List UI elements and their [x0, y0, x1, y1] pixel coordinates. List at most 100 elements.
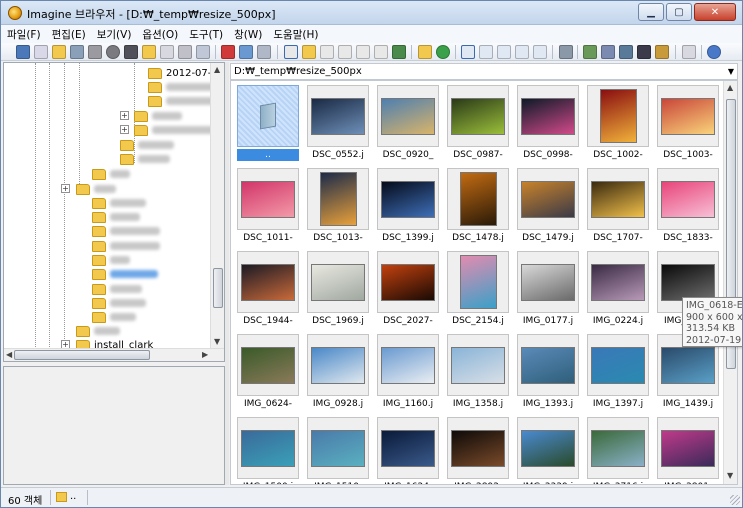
slideshow-icon[interactable]: [34, 45, 48, 59]
layout-table-icon[interactable]: [533, 45, 547, 59]
chevron-down-icon[interactable]: ▼: [728, 67, 734, 76]
thumbnail-item[interactable]: DSC_1002-: [587, 85, 649, 161]
print-icon[interactable]: [88, 45, 102, 59]
thumbnail-item[interactable]: DSC_0552.j: [307, 85, 369, 161]
menu-help[interactable]: 도움말(H): [273, 27, 318, 42]
paste-icon[interactable]: [257, 45, 271, 59]
edit-icon[interactable]: [655, 45, 669, 59]
menu-options[interactable]: 옵션(O): [142, 27, 178, 42]
thumbnail-item[interactable]: IMG_0928.j: [307, 334, 369, 410]
tree-item[interactable]: [148, 94, 218, 108]
copy-icon[interactable]: [239, 45, 253, 59]
thumbnail-grid[interactable]: .. DSC_0552.j DSC_0920_ DSC_0987- DSC_0998- D…: [230, 80, 738, 485]
settings-icon[interactable]: [682, 45, 696, 59]
tree-item[interactable]: [92, 224, 160, 238]
tree-item[interactable]: [76, 324, 120, 338]
thumbnail-item[interactable]: DSC_1003-: [657, 85, 719, 161]
view-list-icon[interactable]: [356, 45, 370, 59]
tree-item[interactable]: [76, 182, 116, 196]
thumbnail-item[interactable]: DSC_1399.j: [377, 168, 439, 244]
layout-list-icon[interactable]: [497, 45, 511, 59]
tree-hscroll-thumb[interactable]: [14, 350, 150, 360]
tree-expander[interactable]: +: [61, 184, 70, 193]
help-icon[interactable]: [707, 45, 721, 59]
tree-vertical-scrollbar[interactable]: ▲ ▼: [210, 63, 224, 349]
thumbnail-item[interactable]: IMG_1393.j: [517, 334, 579, 410]
thumbnail-item[interactable]: IMG_1500.j: [237, 417, 299, 484]
resize-grip-icon[interactable]: [730, 495, 740, 505]
layout-grid-icon[interactable]: [461, 45, 475, 59]
scroll-down-arrow-icon[interactable]: ▼: [214, 337, 220, 346]
tree-item[interactable]: [92, 210, 140, 224]
info-icon[interactable]: [106, 45, 120, 59]
thumbnail-item[interactable]: DSC_1013-: [307, 168, 369, 244]
camera-icon[interactable]: [124, 45, 138, 59]
thumbnail-item[interactable]: IMG_1160.j: [377, 334, 439, 410]
thumbnail-item[interactable]: IMG_1358.j: [447, 334, 509, 410]
refresh-icon[interactable]: [436, 45, 450, 59]
menu-edit[interactable]: 편집(E): [52, 27, 86, 42]
scroll-up-arrow-icon[interactable]: ▲: [727, 83, 733, 92]
layout-small-icon[interactable]: [479, 45, 493, 59]
tree-item[interactable]: [92, 253, 130, 267]
view-thumbnails-icon[interactable]: [284, 45, 298, 59]
scroll-right-arrow-icon[interactable]: ▶: [202, 350, 208, 359]
cut-icon[interactable]: [221, 45, 235, 59]
tree-item[interactable]: [92, 167, 130, 181]
parent-folder-item[interactable]: ..: [237, 85, 299, 161]
thumbnail-item[interactable]: DSC_2154.j: [447, 251, 509, 327]
tree-horizontal-scrollbar[interactable]: ◀ ▶: [4, 348, 224, 361]
open-folder-icon[interactable]: [52, 45, 66, 59]
pane-splitter[interactable]: [225, 62, 229, 485]
tree-item[interactable]: [92, 282, 142, 296]
tree-item[interactable]: [134, 123, 214, 137]
thumbnail-item[interactable]: IMG_0224.j: [587, 251, 649, 327]
thumbnail-item[interactable]: DSC_2027-: [377, 251, 439, 327]
menu-file[interactable]: 파일(F): [7, 27, 41, 42]
tree-item[interactable]: [120, 152, 170, 166]
title-bar[interactable]: Imagine 브라우저 - [D:₩_temp₩resize_500px] ▁…: [1, 1, 742, 25]
thumbnail-item[interactable]: IMG_3716.j: [587, 417, 649, 484]
tree-item[interactable]: [92, 239, 160, 253]
go-up-icon[interactable]: [418, 45, 432, 59]
view-image-icon[interactable]: [392, 45, 406, 59]
menu-window[interactable]: 창(W): [234, 27, 262, 42]
tree-expander[interactable]: +: [120, 111, 129, 120]
view-details-icon[interactable]: [338, 45, 352, 59]
tree-item[interactable]: [92, 196, 146, 210]
thumbnail-item[interactable]: DSC_1944-: [237, 251, 299, 327]
tree-scroll-thumb[interactable]: [213, 268, 223, 308]
thumbnail-item[interactable]: DSC_1011-: [237, 168, 299, 244]
tree-item-selected[interactable]: [92, 267, 158, 281]
thumbnail-item[interactable]: DSC_1479.j: [517, 168, 579, 244]
thumbnail-item[interactable]: IMG_2892.: [447, 417, 509, 484]
eye-icon[interactable]: [16, 45, 30, 59]
minimize-button[interactable]: ▁: [638, 3, 664, 21]
thumbnail-item[interactable]: IMG_1624.: [377, 417, 439, 484]
thumbnail-item[interactable]: DSC_1833-: [657, 168, 719, 244]
thumbnail-item[interactable]: DSC_1478.j: [447, 168, 509, 244]
thumbnail-item[interactable]: IMG_0624-: [237, 334, 299, 410]
tree-item[interactable]: [148, 80, 218, 94]
view-preview-icon[interactable]: [320, 45, 334, 59]
tree-item-2012-07[interactable]: 2012-07-1: [148, 66, 218, 80]
maximize-button[interactable]: ▢: [666, 3, 692, 21]
view-large-icon[interactable]: [374, 45, 388, 59]
layout-detail-icon[interactable]: [515, 45, 529, 59]
tree-item[interactable]: [92, 310, 136, 324]
thumbnail-item[interactable]: IMG_3801.: [657, 417, 719, 484]
capture-icon[interactable]: [619, 45, 633, 59]
tree-item[interactable]: [92, 296, 146, 310]
close-button[interactable]: ✕: [694, 3, 736, 21]
thumbnail-item[interactable]: IMG_0177.j: [517, 251, 579, 327]
copy-to-icon[interactable]: [70, 45, 84, 59]
scroll-left-arrow-icon[interactable]: ◀: [6, 350, 12, 359]
address-bar[interactable]: D:₩_temp₩resize_500px ▼: [230, 63, 738, 80]
thumbnail-item[interactable]: IMG_3339.j: [517, 417, 579, 484]
scroll-down-arrow-icon[interactable]: ▼: [727, 471, 733, 480]
trash-icon[interactable]: [178, 45, 192, 59]
thumbnail-item[interactable]: DSC_0987-: [447, 85, 509, 161]
menu-view[interactable]: 보기(V): [97, 27, 132, 42]
tree-expander[interactable]: +: [120, 125, 129, 134]
new-folder-icon[interactable]: [142, 45, 156, 59]
